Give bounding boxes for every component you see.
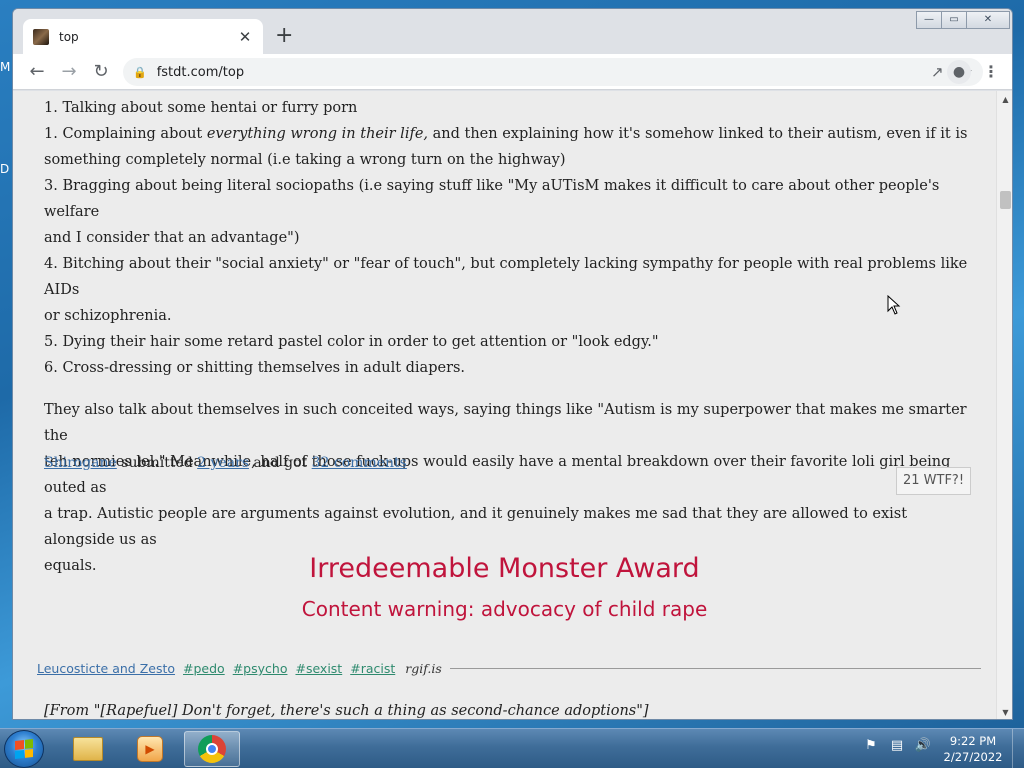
time-link[interactable]: 2 years xyxy=(197,455,249,471)
post-meta: Shirogane submitted 2 years and got 32 c… xyxy=(44,455,974,471)
browser-tab-active[interactable]: top ✕ xyxy=(23,19,263,54)
volume-icon[interactable]: 🔊 xyxy=(914,737,932,755)
system-tray: ⚑ ▤ 🔊 xyxy=(862,737,932,755)
profile-avatar-icon[interactable]: ● xyxy=(947,60,971,84)
list-item: 1. Talking about some hentai or furry po… xyxy=(44,100,358,116)
window-controls: — ▭ ✕ xyxy=(916,11,1010,29)
chrome-center xyxy=(206,743,218,755)
submitter-link[interactable]: Leucosticte and Zesto xyxy=(37,661,175,676)
site-favicon-icon xyxy=(33,28,49,45)
list-item: 6. Cross-dressing or shitting themselves… xyxy=(44,360,466,376)
reload-icon[interactable]: ↻ xyxy=(89,60,113,84)
emphasis-text: everything wrong in their life, xyxy=(206,126,429,142)
clock-time: 9:22 PM xyxy=(949,734,997,748)
award-banner: Irredeemable Monster Award Content warni… xyxy=(13,551,996,625)
post-tag-bar: Leucosticte and Zesto #pedo #psycho #sex… xyxy=(37,661,981,676)
address-bar[interactable]: 🔒 fstdt.com/top ↗ ☆ xyxy=(123,58,983,86)
windows-logo-icon xyxy=(15,739,33,759)
desktop-icon-label-fragment: D xyxy=(0,162,10,176)
taskbar-media-player[interactable]: ▶ xyxy=(122,731,178,767)
content-warning: Content warning: advocacy of child rape xyxy=(301,597,708,621)
list-item-continuation: something completely normal (i.e taking … xyxy=(44,152,566,168)
meta-text: submitted xyxy=(116,455,198,471)
clock-date: 2/27/2022 xyxy=(943,750,1003,764)
divider-rule xyxy=(449,668,981,669)
tag-link[interactable]: #psycho xyxy=(233,661,288,676)
mouse-cursor-icon xyxy=(887,295,901,315)
browser-window: top ✕ + — ▭ ✕ ← → ↻ 🔒 fstdt.com/top ↗ ☆ … xyxy=(12,8,1013,720)
media-player-icon: ▶ xyxy=(137,736,163,762)
url-host: fstdt.com xyxy=(156,64,219,80)
post-body: 1. Talking about some hentai or furry po… xyxy=(44,91,974,579)
logo-quadrant xyxy=(15,740,24,750)
taskbar-explorer[interactable] xyxy=(60,731,116,767)
url-text[interactable]: fstdt.com/top xyxy=(157,65,915,80)
list-item: 5. Dying their hair some retard pastel c… xyxy=(44,334,659,350)
author-link[interactable]: Shirogane xyxy=(44,455,117,471)
list-item: 1. Complaining about everything wrong in… xyxy=(44,121,974,147)
new-tab-button[interactable]: + xyxy=(275,25,293,47)
tag-link[interactable]: #racist xyxy=(350,661,395,676)
forward-arrow-icon[interactable]: → xyxy=(57,60,81,84)
vertical-scrollbar[interactable]: ▲ ▼ xyxy=(996,91,1012,719)
share-icon[interactable]: ↗ xyxy=(931,63,944,81)
desktop-icon-label-fragment: M xyxy=(0,60,11,74)
taskbar-clock[interactable]: 9:22 PM 2/27/2022 xyxy=(934,733,1012,765)
source-label: rgif.is xyxy=(405,661,442,676)
windows-start-icon[interactable] xyxy=(4,730,44,768)
tag-link[interactable]: #sexist xyxy=(295,661,342,676)
browser-toolbar: ← → ↻ 🔒 fstdt.com/top ↗ ☆ ● ⋮ xyxy=(13,54,1012,90)
page-viewport: 1. Talking about some hentai or furry po… xyxy=(13,91,996,719)
tab-strip: top ✕ + — ▭ ✕ xyxy=(13,9,1012,54)
chrome-icon xyxy=(198,735,226,763)
post-quote: [From "[Rapefuel] Don't forget, there's … xyxy=(44,703,649,719)
network-icon[interactable]: ▤ xyxy=(888,737,906,755)
tab-title: top xyxy=(59,29,79,44)
logo-quadrant xyxy=(24,748,33,758)
scroll-up-arrow-icon[interactable]: ▲ xyxy=(997,91,1012,108)
post-list: 1. Talking about some hentai or furry po… xyxy=(44,95,974,381)
wtf-vote-button[interactable]: 21 WTF?! xyxy=(896,467,971,495)
tab-close-icon[interactable]: ✕ xyxy=(237,28,253,46)
explorer-folder-icon xyxy=(73,737,103,761)
logo-quadrant xyxy=(15,749,24,759)
maximize-button[interactable]: ▭ xyxy=(941,11,967,29)
meta-text: and got xyxy=(248,455,312,471)
scroll-thumb[interactable] xyxy=(1000,191,1011,209)
award-title: Irredeemable Monster Award xyxy=(309,553,700,584)
show-desktop-button[interactable] xyxy=(1012,729,1024,768)
logo-quadrant xyxy=(24,739,33,749)
list-item: 3. Bragging about being literal sociopat… xyxy=(44,178,940,220)
kebab-menu-icon[interactable]: ⋮ xyxy=(981,60,1001,84)
lock-icon[interactable]: 🔒 xyxy=(133,66,147,79)
close-window-button[interactable]: ✕ xyxy=(966,11,1010,29)
windows-taskbar: ▶ ⚑ ▤ 🔊 9:22 PM 2/27/2022 xyxy=(0,728,1024,768)
back-arrow-icon[interactable]: ← xyxy=(25,60,49,84)
list-item-continuation: or schizophrenia. xyxy=(44,308,172,324)
scroll-down-arrow-icon[interactable]: ▼ xyxy=(997,704,1012,719)
action-center-flag-icon[interactable]: ⚑ xyxy=(862,737,880,755)
list-item-text: 1. Complaining about xyxy=(44,126,207,142)
list-item-continuation: and I consider that an advantage") xyxy=(44,230,300,246)
list-item: 4. Bitching about their "social anxiety"… xyxy=(44,256,968,298)
url-path: /top xyxy=(218,64,245,80)
taskbar-chrome[interactable] xyxy=(184,731,240,767)
list-item-text: and then explaining how it's somehow lin… xyxy=(428,126,968,142)
tag-link[interactable]: #pedo xyxy=(183,661,225,676)
comments-link[interactable]: 32 comments xyxy=(312,455,407,471)
paragraph-line: a trap. Autistic people are arguments ag… xyxy=(44,506,908,548)
paragraph-line: They also talk about themselves in such … xyxy=(44,402,967,444)
minimize-button[interactable]: — xyxy=(916,11,942,29)
